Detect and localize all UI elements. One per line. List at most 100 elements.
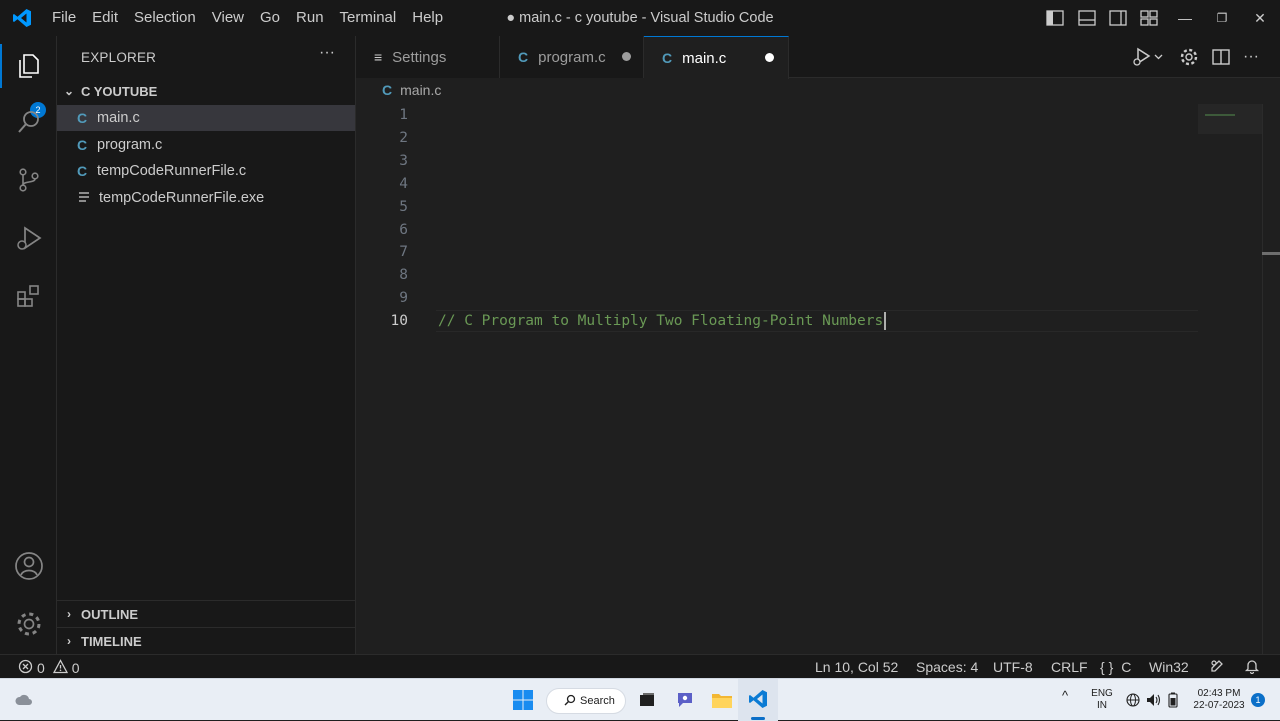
toggle-primary-sidebar-icon[interactable] (1045, 8, 1065, 28)
run-code-icon[interactable] (1130, 46, 1164, 68)
notifications-bell-icon[interactable] (1244, 658, 1260, 677)
file-item-main-c[interactable]: C main.c (57, 105, 355, 131)
menu-file[interactable]: File (44, 0, 84, 36)
line-number-current: 10 (390, 313, 408, 329)
code-comment[interactable]: // C Program to Multiply Two Floating-Po… (438, 313, 883, 329)
file-name: main.c (97, 110, 140, 126)
vscode-taskbar-button[interactable] (738, 679, 778, 721)
unsaved-dot-icon[interactable] (622, 52, 631, 61)
text-cursor (884, 312, 886, 330)
folder-header-c-youtube[interactable]: ⌄ C YOUTUBE (57, 78, 355, 104)
status-bar: 0 0 Ln 10, Col 52 Spaces: 4 UTF-8 CRLF {… (0, 654, 1280, 678)
outline-label: OUTLINE (81, 606, 139, 622)
split-editor-icon[interactable] (1210, 46, 1232, 68)
editor-more-actions[interactable]: ··· (1240, 46, 1262, 68)
scrollbar-cursor-marker (1262, 252, 1280, 255)
encoding[interactable]: UTF-8 (993, 659, 1033, 675)
minimize-button[interactable]: — (1167, 0, 1203, 36)
timeline-section-header[interactable]: › TIMELINE (57, 628, 355, 654)
search-icon[interactable] (0, 98, 57, 146)
language-mode[interactable]: { } C (1100, 659, 1131, 675)
menu-help[interactable]: Help (404, 0, 451, 36)
platform-config[interactable]: Win32 (1149, 659, 1189, 675)
tab-label: program.c (538, 48, 606, 66)
language-label: C (1121, 659, 1132, 675)
file-item-program-c[interactable]: C program.c (57, 132, 355, 158)
feedback-icon[interactable] (1209, 658, 1225, 677)
tab-settings[interactable]: ≡ Settings (356, 36, 500, 78)
breadcrumb-file[interactable]: main.c (400, 82, 441, 98)
run-debug-icon[interactable] (0, 214, 57, 262)
tab-label: main.c (682, 49, 727, 67)
explorer-sidebar: EXPLORER ··· ⌄ C YOUTUBE C main.c C prog… (57, 36, 356, 654)
menu-run[interactable]: Run (288, 0, 332, 36)
input-language[interactable]: ENG IN (1088, 688, 1116, 712)
explorer-icon[interactable] (0, 42, 57, 90)
code-editor[interactable]: 1 2 3 4 5 6 7 8 9 10 // C Program to Mul… (356, 104, 1280, 654)
cursor-position[interactable]: Ln 10, Col 52 (815, 659, 898, 675)
menu-view[interactable]: View (204, 0, 252, 36)
braces-icon: { } (1100, 659, 1114, 675)
breadcrumb[interactable]: C main.c (382, 82, 441, 98)
manage-gear-icon[interactable] (0, 600, 57, 648)
tray-overflow-chevron[interactable]: ^ (1062, 689, 1068, 702)
warning-icon (52, 659, 68, 677)
minimap[interactable] (1198, 104, 1262, 134)
maximize-button[interactable]: ❐ (1204, 0, 1240, 36)
chevron-right-icon: › (67, 607, 71, 621)
extensions-icon[interactable] (0, 272, 57, 320)
source-control-icon[interactable] (0, 156, 57, 204)
problems-indicator[interactable]: 0 0 (18, 659, 80, 677)
battery-icon[interactable] (1168, 692, 1178, 713)
menu-go[interactable]: Go (252, 0, 288, 36)
search-label: Search (580, 695, 615, 707)
folder-name: C YOUTUBE (81, 83, 158, 99)
c-file-icon: C (77, 110, 88, 126)
tab-program-c[interactable]: C program.c (500, 36, 644, 78)
chat-app-icon[interactable] (675, 690, 695, 715)
toggle-panel-icon[interactable] (1077, 8, 1097, 28)
tab-main-c[interactable]: C main.c (644, 36, 789, 79)
volume-icon[interactable] (1146, 693, 1162, 712)
toggle-secondary-sidebar-icon[interactable] (1108, 8, 1128, 28)
file-item-tempcoderunnerfile-exe[interactable]: tempCodeRunnerFile.exe (57, 185, 355, 211)
clock[interactable]: 02:43 PM 22-07-2023 (1186, 688, 1252, 712)
language-code: ENG (1091, 688, 1113, 699)
line-number: 9 (399, 290, 408, 306)
windows-taskbar: Search ^ ENG IN 02:43 PM 22-07-2023 1 (0, 678, 1280, 721)
c-file-icon: C (77, 163, 88, 179)
menu-terminal[interactable]: Terminal (332, 0, 405, 36)
chevron-down-icon: ⌄ (63, 84, 75, 98)
title-bar: File Edit Selection View Go Run Terminal… (0, 0, 1280, 36)
clock-time: 02:43 PM (1197, 688, 1241, 699)
warning-count: 0 (71, 660, 80, 676)
file-explorer-icon[interactable] (711, 690, 733, 715)
network-icon[interactable] (1126, 693, 1140, 712)
file-item-tempcoderunnerfile-c[interactable]: C tempCodeRunnerFile.c (57, 158, 355, 184)
weather-widget-icon[interactable] (14, 691, 34, 714)
menu-selection[interactable]: Selection (126, 0, 204, 36)
vertical-scrollbar[interactable] (1262, 104, 1276, 654)
clock-date: 22-07-2023 (1193, 700, 1245, 711)
error-icon (18, 659, 33, 677)
accounts-icon[interactable] (0, 542, 57, 590)
error-count: 0 (37, 660, 45, 676)
line-number: 1 (399, 107, 408, 123)
region-code: IN (1097, 700, 1107, 711)
windows-start-icon[interactable] (512, 689, 534, 716)
customize-layout-icon[interactable] (1139, 8, 1159, 28)
unsaved-dot-icon[interactable] (765, 53, 774, 62)
taskbar-search[interactable]: Search (546, 688, 626, 714)
menu-edit[interactable]: Edit (84, 0, 126, 36)
explorer-more-actions[interactable]: ··· (319, 44, 335, 62)
close-button[interactable]: ✕ (1242, 0, 1278, 36)
c-file-icon: C (77, 137, 88, 153)
c-file-icon: C (662, 50, 673, 66)
notification-badge[interactable]: 1 (1251, 693, 1265, 707)
activity-bar: 2 (0, 36, 57, 654)
task-view-icon[interactable] (638, 691, 656, 714)
indentation[interactable]: Spaces: 4 (916, 659, 978, 675)
outline-section-header[interactable]: › OUTLINE (57, 601, 355, 627)
settings-gear-icon[interactable] (1178, 46, 1200, 68)
end-of-line[interactable]: CRLF (1051, 659, 1088, 675)
